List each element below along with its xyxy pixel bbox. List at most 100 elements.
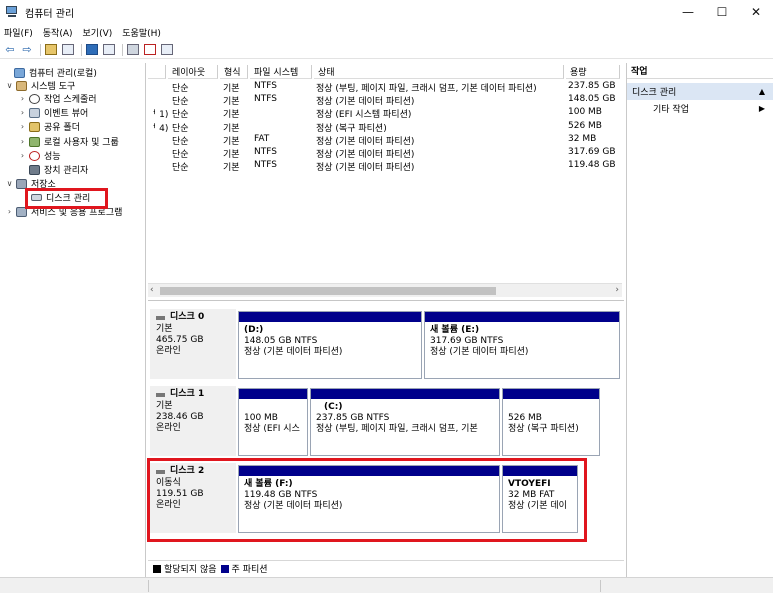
tree-expander[interactable]: › [18,122,27,131]
properties-button[interactable] [102,43,116,57]
actions-section-label: 디스크 관리 [632,88,677,98]
table-row[interactable]: 단순 기본 NTFS 정상 (부팅, 페이지 파일, 크래시 덤프, 기본 데이터 파… [148,81,622,94]
help-button[interactable] [85,43,99,57]
table-row[interactable]: ᅥ 4) 단순 기본 정상 (복구 파티션) 526 MB [148,121,622,134]
more-actions-label: 기타 작업 [653,104,689,115]
scrollbar-thumb[interactable] [160,287,496,295]
table-row[interactable]: 단순 기본 NTFS 정상 (기본 데이터 파티션) 119.48 GB [148,160,622,173]
column-header-status[interactable]: 상태 [314,65,564,79]
computer-icon [14,67,25,78]
column-header-type[interactable]: 형식 [220,65,248,79]
storage-icon [16,178,27,189]
column-header-layout[interactable]: 레이아웃 [168,65,218,79]
scroll-left-icon[interactable]: ‹ [150,285,154,295]
actions-section-disk-management[interactable]: 디스크 관리 ▲ [627,83,773,100]
check-button[interactable] [143,43,157,57]
disk-0-size: 465.75 GB [156,335,204,345]
filesystem-cell: NTFS [254,160,277,171]
disk-1-info[interactable]: 디스크 1 기본 238.46 GB 온라인 [150,386,236,456]
volume-list-horizontal-scrollbar[interactable]: ‹ › [148,283,622,297]
disk-0-info[interactable]: 디스크 0 기본 465.75 GB 온라인 [150,309,236,379]
partition-status: 정상 (부팅, 페이지 파일, 크래시 덤프, 기본 [316,424,478,434]
capacity-cell: 317.69 GB [568,147,616,157]
table-row[interactable]: 단순 기본 NTFS 정상 (기본 데이터 파티션) 317.69 GB [148,147,622,160]
tree-item-shared-folders[interactable]: › 공유 폴더 [18,120,80,133]
connect-button[interactable] [126,43,140,57]
list-view-button[interactable] [160,43,174,57]
status-cell: 정상 (EFI 시스템 파티션) [316,110,412,121]
forward-button[interactable]: ⇨ [20,43,34,57]
menu-action[interactable]: 동작(A) [43,26,73,39]
tree-expander[interactable]: › [18,151,27,160]
capacity-cell: 119.48 GB [568,160,616,171]
column-header-capacity[interactable]: 용량 [566,65,620,79]
disk-1-kind: 기본 [156,401,173,411]
tree-expander[interactable]: › [5,207,14,216]
tree-item-label: 이벤트 뷰어 [44,109,89,119]
menu-help[interactable]: 도움말(H) [122,26,161,39]
close-button[interactable]: ✕ [739,0,773,24]
disk-icon [156,392,165,397]
disk-management-highlight [25,188,108,209]
disk-1-size: 238.46 GB [156,412,204,422]
list-view-icon [161,44,173,55]
properties-icon [103,44,115,55]
tree-item-local-users-groups[interactable]: › 로컬 사용자 및 그룹 [18,135,119,148]
column-header-filesystem[interactable]: 파일 시스템 [250,65,312,79]
table-row[interactable]: 단순 기본 NTFS 정상 (기본 데이터 파티션) 148.05 GB [148,94,622,107]
disk-1-row[interactable]: 디스크 1 기본 238.46 GB 온라인 100 MB 정상 (EFI 시스… [150,386,620,458]
partition-d[interactable]: (D:) 148.05 GB NTFS 정상 (기본 데이터 파티션) [238,311,422,379]
tree-item-system-tools[interactable]: ∨ 시스템 도구 [5,79,75,92]
back-button[interactable]: ⇦ [3,43,17,57]
column-header-volume[interactable] [148,65,166,79]
tree-expander[interactable]: ∨ [5,179,14,188]
status-cell: 정상 (기본 데이터 파티션) [316,97,415,108]
menu-view[interactable]: 보기(V) [83,26,113,39]
show-hide-tree-button[interactable] [61,43,75,57]
minimize-button[interactable]: — [671,0,705,24]
more-actions-item[interactable]: 기타 작업 ▶ [627,100,773,116]
partition-c[interactable]: (C:) 237.85 GB NTFS 정상 (부팅, 페이지 파일, 크래시 … [310,388,500,456]
folder-up-icon [45,44,57,55]
partition-efi[interactable]: 100 MB 정상 (EFI 시스 [238,388,308,456]
maximize-button[interactable]: ☐ [705,0,739,24]
table-row[interactable]: ᅥ 1) 단순 기본 정상 (EFI 시스템 파티션) 100 MB [148,107,622,120]
tree-item-device-manager[interactable]: 장치 관리자 [18,163,88,176]
device-icon [29,164,40,175]
tree-expander[interactable]: ∨ [5,81,14,90]
toolbar-separator [81,43,82,56]
up-folder-button[interactable] [44,43,58,57]
collapse-caret-icon[interactable]: ▲ [759,87,765,96]
tree-expander[interactable]: › [18,137,27,146]
partition-recovery[interactable]: 526 MB 정상 (복구 파티션) [502,388,600,456]
tree-item-label: 성능 [44,152,61,162]
tools-icon [16,80,27,91]
tree-item-event-viewer[interactable]: › 이벤트 뷰어 [18,106,88,119]
filesystem-cell: NTFS [254,147,277,157]
filesystem-cell: FAT [254,133,270,144]
status-separator [600,580,601,592]
partition-name: (C:) [324,402,343,412]
tree-expander[interactable]: › [18,108,27,117]
tree-item-performance[interactable]: › 성능 [18,149,61,162]
status-cell: 정상 (부팅, 페이지 파일, 크래시 덤프, 기본 데이터 파티션) [316,84,537,94]
primary-partition-bar [239,312,421,322]
primary-partition-bar [425,312,619,322]
partition-size: 100 MB [244,413,278,423]
scroll-right-icon[interactable]: › [615,285,619,295]
disk-0-row[interactable]: 디스크 0 기본 465.75 GB 온라인 (D:) 148.05 GB NT… [150,309,620,381]
layout-cell: 단순 [172,123,189,134]
status-bar [0,577,773,593]
tree-item-task-scheduler[interactable]: › 작업 스케줄러 [18,92,97,105]
menu-file[interactable]: 파일(F) [4,26,33,39]
partition-e[interactable]: 새 볼륨 (E:) 317.69 GB NTFS 정상 (기본 데이터 파티션) [424,311,620,379]
partition-status: 정상 (기본 데이터 파티션) [430,347,529,357]
tree-item-label: 공유 폴더 [44,123,80,133]
tree-item-computer-management[interactable]: 컴퓨터 관리(로컬) [3,66,97,79]
type-cell: 기본 [223,110,240,121]
table-row[interactable]: 단순 기본 FAT 정상 (기본 데이터 파티션) 32 MB [148,134,622,147]
layout-cell: 단순 [172,150,189,160]
primary-partition-swatch [220,564,229,573]
tree-expander[interactable]: › [18,94,27,103]
filesystem-cell: NTFS [254,81,277,91]
